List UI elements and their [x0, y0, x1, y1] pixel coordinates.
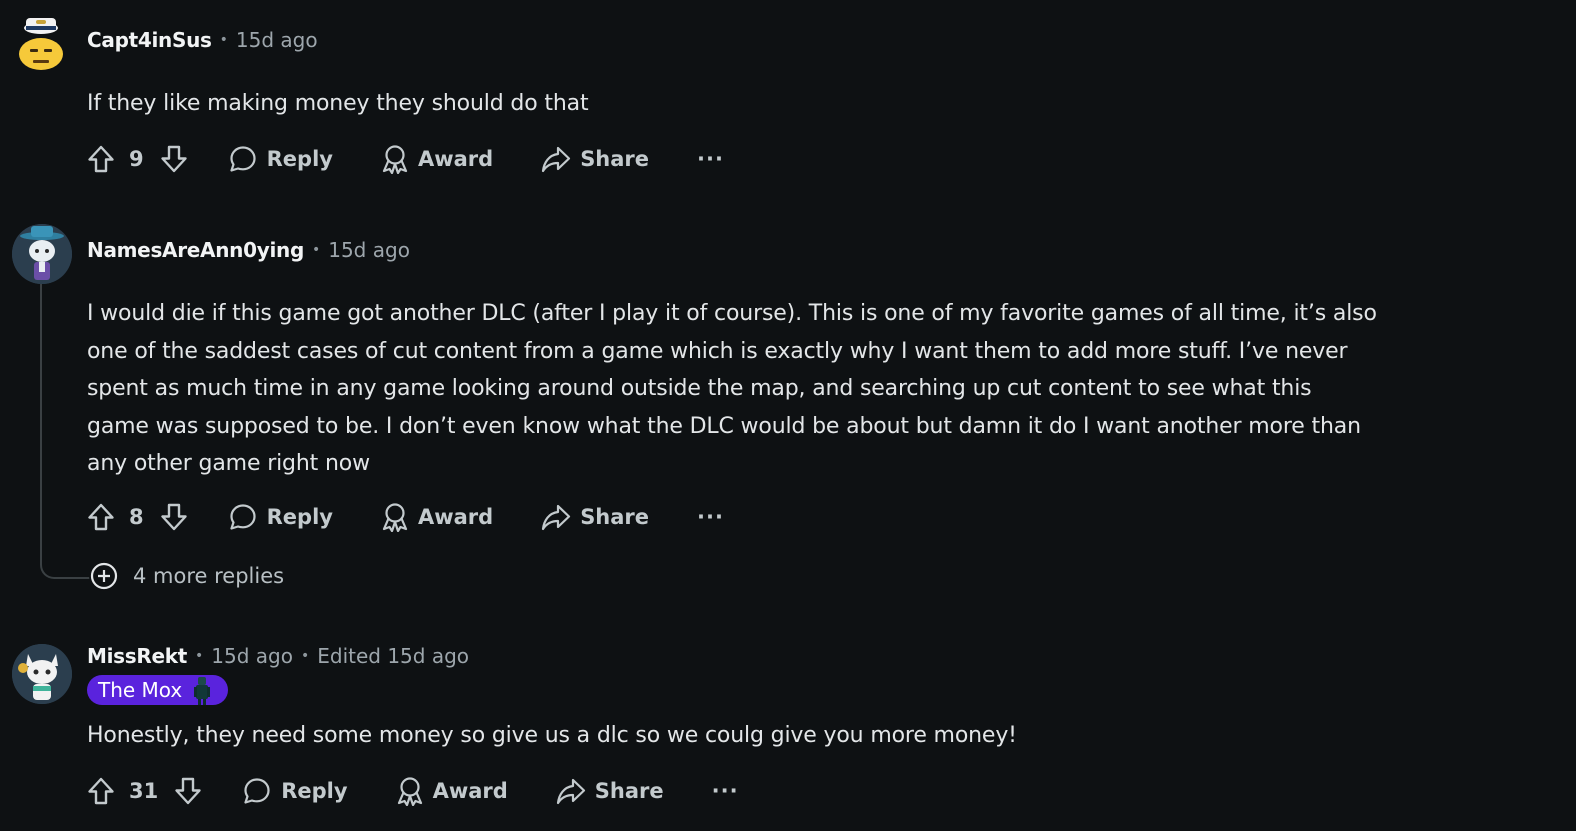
upvote-button[interactable] — [87, 503, 115, 531]
reply-button[interactable]: Reply — [242, 776, 348, 806]
author-name[interactable]: Capt4inSus — [87, 28, 212, 52]
award-label: Award — [417, 505, 494, 529]
share-label: Share — [580, 505, 650, 529]
comment-header: MissRekt • 15d ago • Edited 15d ago — [87, 644, 469, 668]
snoo-cat-avatar-icon — [12, 644, 72, 704]
upvote-button[interactable] — [87, 777, 115, 805]
downvote-arrow-icon — [175, 777, 201, 805]
downvote-button[interactable] — [174, 777, 202, 805]
more-options-button[interactable]: ··· — [697, 147, 724, 171]
separator-dot: • — [311, 242, 321, 258]
share-arrow-icon — [542, 146, 571, 173]
comment-header: NamesAreAnn0ying • 15d ago — [87, 238, 410, 262]
avatar[interactable] — [16, 12, 68, 70]
author-name[interactable]: MissRekt — [87, 644, 187, 668]
vote-count: 31 — [129, 779, 159, 803]
more-replies-button[interactable]: 4 more replies — [89, 561, 284, 591]
flair-label: The Mox — [98, 678, 183, 702]
downvote-arrow-icon — [160, 145, 187, 173]
comment-actions: 9 Reply Award Share ··· — [87, 139, 724, 179]
separator-dot: • — [195, 648, 204, 664]
edited-label: Edited 15d ago — [317, 644, 470, 668]
award-button[interactable]: Award — [396, 776, 508, 806]
separator-dot: • — [300, 648, 310, 664]
downvote-arrow-icon — [160, 503, 187, 531]
award-ribbon-icon — [382, 503, 408, 532]
comment-time[interactable]: 15d ago — [236, 28, 318, 52]
upvote-button[interactable] — [87, 145, 115, 173]
comment-time[interactable]: 15d ago — [328, 238, 410, 262]
comment-body: If they like making money they should do… — [87, 91, 589, 116]
reply-label: Reply — [266, 147, 333, 171]
share-button[interactable]: Share — [556, 777, 664, 805]
flair-character-icon — [194, 677, 211, 705]
more-replies-label: 4 more replies — [133, 564, 285, 588]
author-name[interactable]: NamesAreAnn0ying — [87, 238, 304, 262]
share-label: Share — [594, 779, 664, 803]
upvote-arrow-icon — [88, 145, 114, 173]
downvote-button[interactable] — [160, 145, 188, 173]
share-label: Share — [580, 147, 650, 171]
user-flair: The Mox — [87, 675, 229, 705]
share-arrow-icon — [556, 778, 585, 805]
separator-dot: • — [219, 32, 228, 48]
reply-bubble-icon — [244, 778, 270, 804]
reply-label: Reply — [281, 779, 348, 803]
avatar[interactable] — [12, 224, 72, 284]
reply-label: Reply — [266, 505, 333, 529]
more-options-button[interactable]: ··· — [697, 505, 724, 529]
share-button[interactable]: Share — [541, 503, 649, 531]
share-button[interactable]: Share — [541, 145, 649, 173]
plus-circle-icon — [89, 561, 119, 591]
comment-actions: 31 Reply Award Share ··· — [87, 771, 739, 811]
comment-body: Honestly, they need some money so give u… — [87, 723, 1017, 748]
vote-count: 9 — [129, 147, 144, 171]
more-options-button[interactable]: ··· — [712, 779, 739, 803]
upvote-arrow-icon — [88, 503, 114, 531]
share-arrow-icon — [542, 504, 571, 531]
award-button[interactable]: Award — [381, 502, 493, 532]
thread-line[interactable] — [40, 284, 90, 579]
comment-header: Capt4inSus • 15d ago — [87, 28, 318, 52]
award-label: Award — [417, 147, 494, 171]
comment-time[interactable]: 15d ago — [211, 644, 293, 668]
reply-bubble-icon — [230, 504, 256, 530]
downvote-button[interactable] — [160, 503, 188, 531]
vote-count: 8 — [129, 505, 144, 529]
reply-button[interactable]: Reply — [228, 144, 333, 174]
comment-body: I would die if this game got another DLC… — [87, 301, 1377, 476]
award-label: Award — [432, 779, 508, 803]
reply-bubble-icon — [230, 146, 256, 172]
upvote-arrow-icon — [88, 777, 114, 805]
comment-actions: 8 Reply Award Share ··· — [87, 497, 724, 537]
avatar[interactable] — [12, 644, 72, 704]
reply-button[interactable]: Reply — [228, 502, 333, 532]
snoo-sailor-avatar-icon — [19, 18, 63, 70]
award-ribbon-icon — [397, 777, 422, 806]
award-ribbon-icon — [382, 145, 408, 174]
snoo-hat-avatar-icon — [12, 224, 72, 284]
award-button[interactable]: Award — [381, 144, 493, 174]
